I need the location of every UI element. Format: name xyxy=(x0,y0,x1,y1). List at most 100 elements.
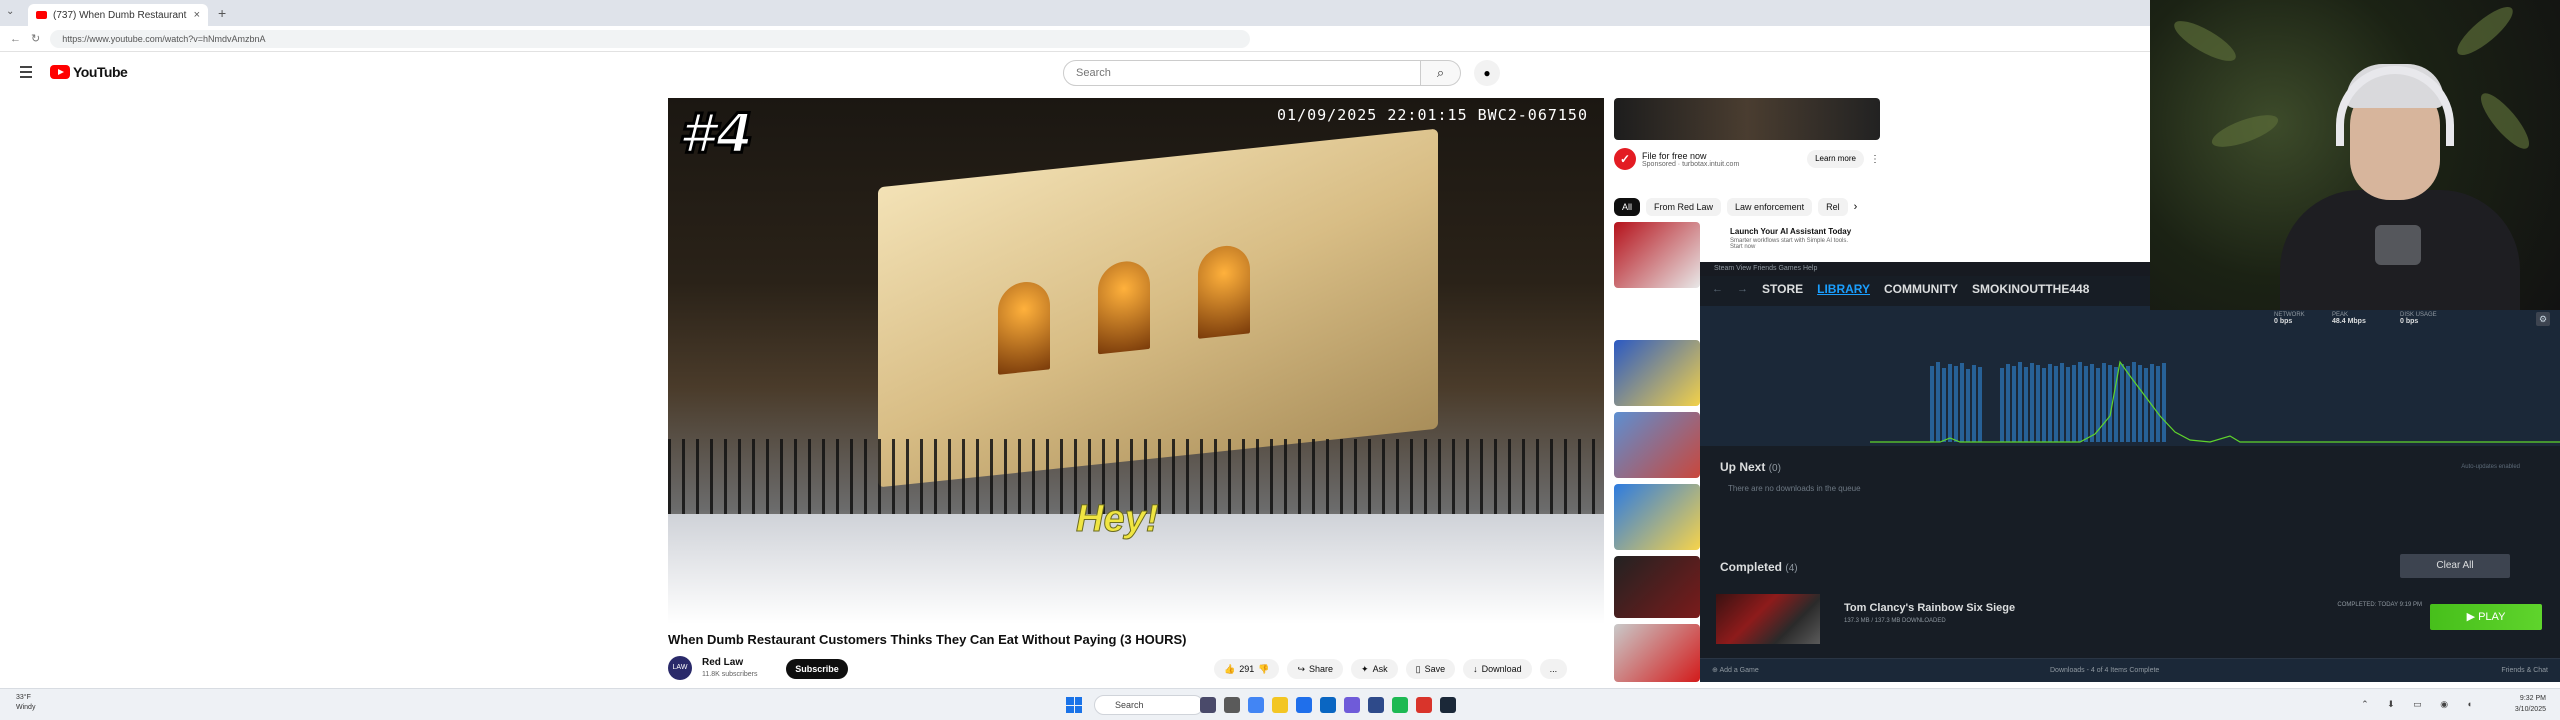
empty-queue-text: There are no downloads in the queue xyxy=(1728,484,1861,493)
taskbar-clock[interactable]: 9:32 PM 3/10/2025 xyxy=(2515,693,2546,715)
download-button[interactable]: ↓ Download xyxy=(1463,659,1532,679)
tab-list-chevron-icon[interactable]: ⌄ xyxy=(6,6,14,17)
game-thumbnail xyxy=(1716,594,1820,644)
new-tab-button[interactable]: + xyxy=(218,5,226,21)
chip-law-enforcement[interactable]: Law enforcement xyxy=(1727,198,1813,216)
thumbs-up-icon: 👍 xyxy=(1224,663,1236,674)
download-label: Download xyxy=(1481,664,1522,674)
up-next-heading: Up Next (0) xyxy=(1720,460,1781,474)
completed-count: (4) xyxy=(1785,563,1798,574)
app-icon[interactable] xyxy=(1224,697,1240,713)
store-icon[interactable] xyxy=(1296,697,1312,713)
app-icon[interactable] xyxy=(1368,697,1384,713)
ask-button[interactable]: ✦ Ask xyxy=(1351,659,1398,679)
share-label: Share xyxy=(1309,664,1334,674)
sidebar-video-thumbnail[interactable] xyxy=(1614,222,1700,288)
tab-close-icon[interactable]: × xyxy=(194,9,200,21)
edge-icon[interactable] xyxy=(1320,697,1336,713)
sidebar-video-title[interactable]: Launch Your AI Assistant Today xyxy=(1730,227,1851,236)
taskbar-search[interactable]: Search xyxy=(1094,695,1204,715)
app-icon[interactable] xyxy=(1416,697,1432,713)
chips-next-icon[interactable]: › xyxy=(1854,198,1858,216)
steam-nav-user[interactable]: SMOKINOUTTHE448 xyxy=(1972,282,2089,296)
game-name[interactable]: Tom Clancy's Rainbow Six Siege xyxy=(1844,602,2015,614)
clear-all-button[interactable]: Clear All xyxy=(2400,554,2510,578)
reload-icon[interactable]: ↻ xyxy=(31,32,40,45)
save-button[interactable]: ▯ Save xyxy=(1405,659,1456,679)
add-game-button[interactable]: ⊕ Add a Game xyxy=(1712,659,1759,683)
steam-nav-library[interactable]: LIBRARY xyxy=(1817,282,1870,296)
peak-stat-value: 48.4 Mbps xyxy=(2332,318,2366,325)
youtube-logo-text: YouTube xyxy=(73,64,128,80)
browser-tab-bar: ⌄ (737) When Dumb Restaurant × + xyxy=(0,0,2150,26)
peak-stat: PEAK 48.4 Mbps xyxy=(2332,312,2366,325)
address-bar: ← ↻ https://www.youtube.com/watch?v=hNmd… xyxy=(0,26,2150,52)
spotify-icon[interactable] xyxy=(1392,697,1408,713)
webcam-plant-leaf xyxy=(2169,13,2241,69)
up-next-label: Up Next xyxy=(1720,460,1766,474)
steam-back-icon[interactable]: ← xyxy=(1712,283,1723,295)
youtube-favicon-icon xyxy=(36,11,47,19)
ad-sponsor: Sponsored · turbotax.intuit.com xyxy=(1642,160,1740,168)
ad-brand-check-icon: ✓ xyxy=(1614,148,1636,170)
steam-nav-store[interactable]: STORE xyxy=(1762,282,1803,296)
channel-avatar[interactable]: LAW xyxy=(668,656,692,680)
system-tray[interactable]: ⌃ ⬇ ▭ ◉ ◖ xyxy=(2361,699,2480,710)
video-overlay-rank: #4 xyxy=(676,101,754,167)
bookmark-icon: ▯ xyxy=(1415,663,1421,674)
network-stat: NETWORK 0 bps xyxy=(2274,312,2305,325)
network-stat-value: 0 bps xyxy=(2274,318,2293,325)
download-settings-gear-icon[interactable]: ⚙ xyxy=(2536,312,2550,326)
chip-from-channel[interactable]: From Red Law xyxy=(1646,198,1722,216)
play-button[interactable]: ▶ PLAY xyxy=(2430,604,2542,630)
sidebar-video-thumbnail[interactable] xyxy=(1614,340,1700,406)
video-player[interactable]: #4 01/09/2025 22:01:15 BWC2-067150 Hey! xyxy=(668,98,1604,624)
steam-nav-community[interactable]: COMMUNITY xyxy=(1884,282,1958,296)
url-field[interactable]: https://www.youtube.com/watch?v=hNmdvAmz… xyxy=(50,29,1251,48)
more-actions-button[interactable]: ... xyxy=(1539,659,1568,679)
chip-all[interactable]: All xyxy=(1614,198,1641,216)
sidebar-video-thumbnail[interactable] xyxy=(1614,624,1700,682)
subscribe-button[interactable]: Subscribe xyxy=(786,659,848,679)
thumbs-down-icon[interactable]: 👎 xyxy=(1258,664,1269,675)
ad-more-icon[interactable]: ⋮ xyxy=(1870,154,1880,165)
sidebar-video-thumbnail[interactable] xyxy=(1614,556,1700,618)
channel-name[interactable]: Red Law xyxy=(702,657,743,668)
game-completed-time: COMPLETED: TODAY 9:19 PM xyxy=(2337,602,2422,608)
friends-chat-button[interactable]: Friends & Chat xyxy=(2501,659,2548,683)
menu-icon[interactable] xyxy=(20,66,32,81)
youtube-logo[interactable]: YouTube xyxy=(50,64,128,80)
up-next-count: (0) xyxy=(1768,463,1781,474)
completed-download-row[interactable]: Tom Clancy's Rainbow Six Siege 137.3 MB … xyxy=(1714,592,2546,648)
sidebar-video-thumbnail[interactable] xyxy=(1614,484,1700,550)
share-icon: ↪ xyxy=(1297,663,1306,674)
steam-icon[interactable] xyxy=(1440,697,1456,713)
browser-tab[interactable]: (737) When Dumb Restaurant × xyxy=(28,4,208,26)
search-input[interactable] xyxy=(1063,60,1421,86)
windows-start-icon[interactable] xyxy=(1066,697,1082,713)
search-button[interactable]: ⌕ xyxy=(1421,60,1461,86)
learn-more-button[interactable]: Learn more xyxy=(1807,150,1864,168)
search-icon: ⌕ xyxy=(1436,65,1445,80)
weather-widget[interactable]: 33°F Windy xyxy=(16,693,35,713)
ad-banner-image[interactable] xyxy=(1614,98,1880,140)
browser-tab-title: (737) When Dumb Restaurant xyxy=(53,9,187,21)
video-title: When Dumb Restaurant Customers Thinks Th… xyxy=(668,632,1187,647)
task-view-icon[interactable] xyxy=(1200,697,1216,713)
back-icon[interactable]: ← xyxy=(10,33,21,45)
downloads-status[interactable]: Downloads - 4 of 4 Items Complete xyxy=(2050,659,2159,683)
voice-search-button[interactable]: ● xyxy=(1474,60,1500,86)
completed-heading: Completed (4) xyxy=(1720,560,1798,574)
share-button[interactable]: ↪ Share xyxy=(1287,659,1344,679)
video-overlay-timestamp: 01/09/2025 22:01:15 BWC2-067150 xyxy=(1277,106,1588,124)
chip-related[interactable]: Rel xyxy=(1818,198,1848,216)
game-download-size: 137.3 MB / 137.3 MB DOWNLOADED xyxy=(1844,618,1946,624)
disk-usage-stat: DISK USAGE 0 bps xyxy=(2400,312,2437,325)
sidebar-video-thumbnail[interactable] xyxy=(1614,412,1700,478)
file-explorer-icon[interactable] xyxy=(1272,697,1288,713)
like-button[interactable]: 👍 291 👎 xyxy=(1214,659,1280,679)
steam-forward-icon[interactable]: → xyxy=(1737,283,1748,295)
chrome-icon[interactable] xyxy=(1248,697,1264,713)
webcam-shirt-graphic xyxy=(2375,225,2421,265)
discord-icon[interactable] xyxy=(1344,697,1360,713)
